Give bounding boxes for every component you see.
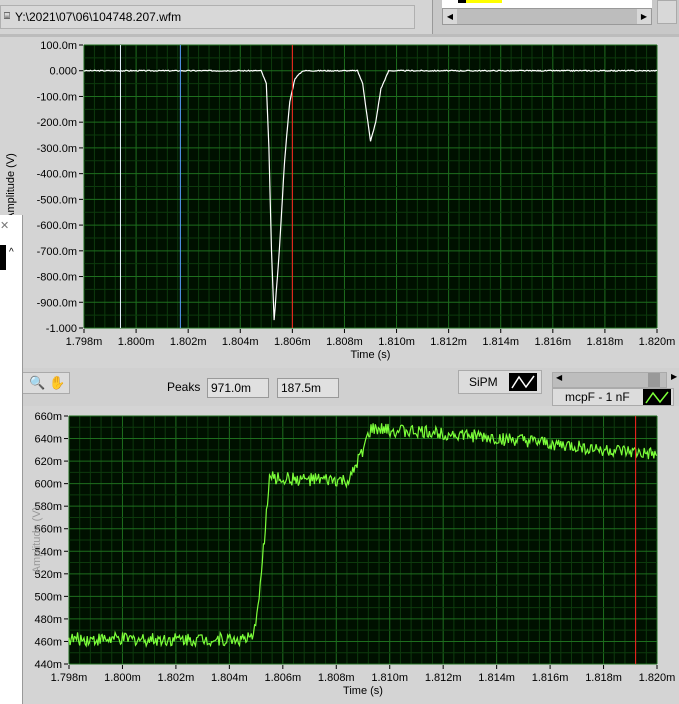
zoom-icon[interactable]: 🔍 <box>29 375 45 391</box>
x-tick-label: 1.808m <box>326 336 363 348</box>
y-tick-label: -1.000 <box>46 323 77 335</box>
y-axis-label: Amplitude (V) <box>5 153 17 220</box>
x-tick-label: 1.804m <box>222 336 259 348</box>
scroll-left-icon[interactable]: ◀ <box>443 9 457 24</box>
hand-icon[interactable]: ✋ <box>49 375 65 391</box>
amplitude-chart-bottom[interactable]: 1.798m 1.800m 1.802m 1.804m 1.806m 1.808m 1.81… <box>0 406 679 704</box>
background-window: ✕ ^ <box>0 215 23 704</box>
x-tick-label: 1.820m <box>639 336 676 348</box>
x-tick-label: 1.806m <box>274 336 311 348</box>
scroll-left-icon[interactable]: ◀ <box>556 373 562 382</box>
y-tick-label: -300.0m <box>37 143 77 155</box>
x-tick-label: 1.814m <box>482 336 519 348</box>
x-tick-label: 1.816m <box>534 336 571 348</box>
scroll-thumb[interactable] <box>648 373 660 387</box>
amplitude-chart-top[interactable]: 1.798m 1.800m 1.802m 1.804m 1.806m 1.808m 1.81… <box>0 38 679 368</box>
file-path-text: Y:\2021\07\06\104748.207.wfm <box>15 10 182 24</box>
graph-palette: 🔍 ✋ <box>22 372 70 394</box>
legend-mcp-label: mcpF - 1 nF <box>565 390 630 404</box>
x-tick-label: 1.814m <box>478 672 515 684</box>
x-tick-label: 1.812m <box>425 672 462 684</box>
color-table <box>442 0 652 8</box>
y-tick-label: -800.0m <box>37 272 77 284</box>
y-tick-label: 660m <box>34 411 62 423</box>
horizontal-scrollbar[interactable]: ◀ ▶ <box>442 8 652 25</box>
x-tick-label: 1.800m <box>104 672 141 684</box>
legend-sipm-label: SiPM <box>469 375 498 389</box>
divider <box>0 34 679 37</box>
x-tick-label: 1.816m <box>532 672 569 684</box>
legend-mcp[interactable]: mcpF - 1 nF <box>552 388 674 406</box>
scroll-right-icon[interactable]: ▶ <box>637 9 651 24</box>
path-icon: ⌸ <box>4 11 10 22</box>
x-tick-label: 1.802m <box>170 336 207 348</box>
y-tick-label: -400.0m <box>37 169 77 181</box>
x-tick-label: 1.806m <box>264 672 301 684</box>
y-tick-label: 600m <box>34 479 62 491</box>
x-tick-label: 1.818m <box>587 336 624 348</box>
x-axis-label: Time (s) <box>343 685 383 697</box>
peak1-field[interactable]: 971.0m <box>207 378 269 398</box>
scroll-right-icon[interactable]: ▶ <box>671 372 677 381</box>
graph-toolbar: 🔍 ✋ Peaks 971.0m 187.5m SiPM ◀ ▶ mcpF - … <box>22 368 679 406</box>
legend-sipm[interactable]: SiPM <box>458 370 542 394</box>
peak2-field[interactable]: 187.5m <box>277 378 339 398</box>
x-tick-label: 1.812m <box>430 336 467 348</box>
x-tick-label: 1.798m <box>51 672 88 684</box>
x-tick-label: 1.804m <box>211 672 248 684</box>
legend-scrollbar[interactable]: ◀ <box>552 372 667 388</box>
line-style-icon <box>509 373 537 391</box>
y-tick-label: 460m <box>34 636 62 648</box>
x-tick-label: 1.802m <box>158 672 195 684</box>
y-tick-label: 620m <box>34 456 62 468</box>
peaks-label: Peaks <box>167 380 201 394</box>
y-tick-label: -900.0m <box>37 297 77 309</box>
line-style-icon <box>643 389 671 405</box>
y-tick-label: 480m <box>34 614 62 626</box>
y-axis-label: Amplitude (V) <box>31 507 43 574</box>
file-path-field[interactable]: ⌸ Y:\2021\07\06\104748.207.wfm <box>0 5 415 29</box>
y-tick-label: -600.0m <box>37 220 77 232</box>
x-tick-label: 1.820m <box>639 672 676 684</box>
y-tick-label: 500m <box>34 591 62 603</box>
x-tick-label: 1.798m <box>66 336 103 348</box>
x-tick-label: 1.808m <box>318 672 355 684</box>
x-tick-label: 1.810m <box>378 336 415 348</box>
y-tick-label: 100.0m <box>40 40 77 52</box>
x-tick-label: 1.810m <box>371 672 408 684</box>
y-tick-label: 640m <box>34 434 62 446</box>
y-tick-label: -500.0m <box>37 194 77 206</box>
close-icon[interactable]: ✕ <box>0 219 9 232</box>
y-tick-label: 440m <box>34 659 62 671</box>
y-tick-label: -200.0m <box>37 117 77 129</box>
y-tick-label: -700.0m <box>37 246 77 258</box>
x-tick-label: 1.818m <box>585 672 622 684</box>
x-tick-label: 1.800m <box>118 336 155 348</box>
chevron-up-icon[interactable]: ^ <box>9 247 14 258</box>
x-axis-label: Time (s) <box>351 349 391 361</box>
y-tick-label: -100.0m <box>37 91 77 103</box>
y-tick-label: 0.000 <box>49 66 77 78</box>
scroll-corner <box>657 0 677 24</box>
